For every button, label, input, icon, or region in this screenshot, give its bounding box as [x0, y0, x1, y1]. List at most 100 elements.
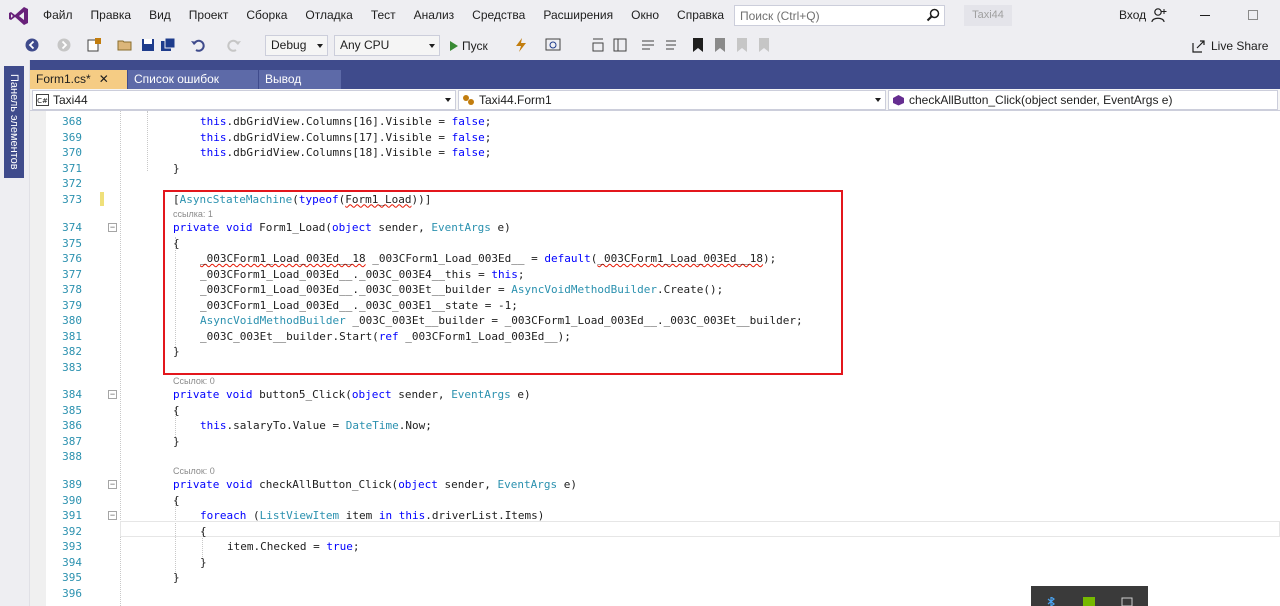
menu-project[interactable]: Проект [180, 0, 238, 31]
clear-bookmarks-icon[interactable] [756, 37, 772, 53]
code-text: } [200, 555, 207, 569]
code-line: 386 this.salaryTo.Value = DateTime.Now; [30, 418, 1280, 434]
code-line: 371 } [30, 161, 1280, 177]
member-dropdown[interactable]: checkAllButton_Click(object sender, Even… [888, 90, 1278, 110]
code-line: 384 − private void button5_Click(object … [30, 387, 1280, 403]
bookmark-icon[interactable] [690, 37, 706, 53]
codelens-references[interactable]: Ссылок: 0 [173, 375, 215, 387]
restore-icon[interactable] [1248, 10, 1258, 20]
collapse-icon[interactable]: − [108, 511, 117, 520]
clipboard-icon[interactable] [1121, 597, 1133, 606]
codelens-references[interactable]: Ссылок: 0 [173, 465, 215, 477]
menu-file[interactable]: Файл [34, 0, 82, 31]
next-bookmark-icon[interactable] [734, 37, 750, 53]
platform-select[interactable]: Any CPU [334, 35, 440, 56]
line-number: 369 [62, 130, 82, 144]
open-folder-icon[interactable] [117, 37, 133, 53]
line-number: 382 [62, 345, 82, 358]
line-number: 392 [62, 524, 82, 538]
hot-reload-icon[interactable] [513, 37, 529, 53]
code-line: 392 { [30, 524, 1280, 540]
tab-label: Список ошибок [134, 72, 220, 86]
browser-link-icon[interactable] [545, 37, 561, 53]
code-line: 385 { [30, 403, 1280, 419]
member-name: checkAllButton_Click(object sender, Even… [909, 93, 1173, 107]
search-input[interactable]: Поиск (Ctrl+Q) [734, 5, 945, 26]
previous-bookmark-icon[interactable] [712, 37, 728, 53]
toggle-panel-icon[interactable] [612, 37, 628, 53]
taskbar-tray [1031, 586, 1148, 606]
start-button-label: Пуск [462, 39, 488, 53]
collapse-icon[interactable]: − [108, 223, 117, 232]
menu-debug[interactable]: Отладка [296, 0, 361, 31]
tab-error-list[interactable]: Список ошибок [128, 70, 258, 89]
solution-name-badge: Taxi44 [964, 5, 1012, 26]
menu-view[interactable]: Вид [140, 0, 180, 31]
step-icon[interactable] [590, 37, 606, 53]
line-number: 380 [62, 314, 82, 327]
toolbox-tab[interactable]: Панель элементов [4, 66, 24, 178]
start-button[interactable]: Пуск [450, 37, 488, 55]
line-number: 372 [62, 177, 82, 190]
menu-build[interactable]: Сборка [237, 0, 296, 31]
menu-items: Файл Правка Вид Проект Сборка Отладка Те… [34, 0, 733, 31]
chevron-down-icon [317, 44, 323, 48]
code-line: 390 { [30, 493, 1280, 509]
live-share-button[interactable]: Live Share [1192, 39, 1268, 53]
menu-extensions[interactable]: Расширения [534, 0, 622, 31]
forward-icon[interactable] [56, 37, 72, 53]
line-number: 396 [62, 586, 82, 600]
tab-form1-cs[interactable]: Form1.cs* ✕ [30, 70, 127, 89]
redo-icon[interactable] [226, 37, 242, 53]
search-icon[interactable] [926, 8, 940, 22]
line-number: 390 [62, 493, 82, 507]
code-line: 394 } [30, 555, 1280, 571]
menu-analyze[interactable]: Анализ [405, 0, 464, 31]
uncomment-lines-icon[interactable] [662, 37, 678, 53]
nvidia-icon[interactable] [1083, 597, 1095, 606]
visual-studio-logo-icon[interactable] [8, 5, 30, 27]
code-line: 387 } [30, 434, 1280, 450]
save-all-icon[interactable] [160, 37, 176, 53]
project-name: Taxi44 [53, 93, 88, 107]
new-project-icon[interactable] [86, 37, 102, 53]
code-text: foreach (ListViewItem item in this.drive… [200, 509, 545, 522]
menu-window[interactable]: Окно [622, 0, 668, 31]
line-number: 387 [62, 434, 82, 448]
chevron-down-icon [445, 98, 451, 102]
project-dropdown[interactable]: C# Taxi44 [32, 90, 456, 110]
menu-edit[interactable]: Правка [82, 0, 141, 31]
line-number: 395 [62, 571, 82, 584]
code-line: 395 } [30, 570, 1280, 586]
class-dropdown[interactable]: Taxi44.Form1 [458, 90, 886, 110]
bluetooth-icon[interactable] [1045, 597, 1057, 606]
line-number: 388 [62, 450, 82, 463]
collapse-icon[interactable]: − [108, 390, 117, 399]
sign-in-link[interactable]: Вход [1119, 8, 1146, 22]
tab-output[interactable]: Вывод [259, 70, 341, 89]
line-number: 389 [62, 478, 82, 491]
person-icon[interactable] [1151, 7, 1167, 23]
collapse-icon[interactable]: − [108, 480, 117, 489]
search-placeholder: Поиск (Ctrl+Q) [740, 9, 820, 23]
method-icon [893, 95, 904, 106]
menu-tools[interactable]: Средства [463, 0, 534, 31]
menu-help[interactable]: Справка [668, 0, 733, 31]
comment-lines-icon[interactable] [640, 37, 656, 53]
platform-value: Any CPU [340, 38, 390, 52]
line-number: 378 [62, 283, 82, 296]
document-tab-strip: Form1.cs* ✕ Список ошибок Вывод [30, 60, 1280, 89]
class-name: Taxi44.Form1 [479, 93, 552, 107]
code-editor[interactable]: 368 this.dbGridView.Columns[16].Visible … [30, 111, 1280, 606]
line-number: 394 [62, 555, 82, 569]
code-line: 388 [30, 449, 1280, 465]
code-text: this.dbGridView.Columns[17].Visible = fa… [200, 130, 492, 144]
undo-icon[interactable] [190, 37, 206, 53]
minimize-icon[interactable] [1200, 15, 1210, 16]
code-text: { [173, 493, 180, 507]
close-icon[interactable]: ✕ [99, 70, 109, 89]
configuration-select[interactable]: Debug [265, 35, 328, 56]
menu-test[interactable]: Тест [362, 0, 405, 31]
save-icon[interactable] [140, 37, 156, 53]
back-icon[interactable] [24, 37, 40, 53]
